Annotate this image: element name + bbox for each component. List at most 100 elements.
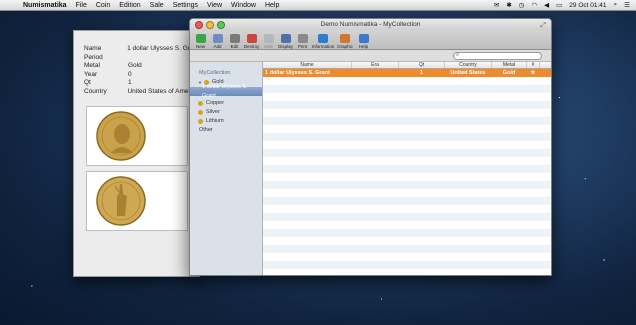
field-value: 1: [128, 79, 132, 87]
zoom-button[interactable]: [217, 21, 225, 29]
coin-obverse-image: [86, 106, 188, 166]
field-metal: Metal Gold: [74, 62, 199, 71]
sidebar-item-lithium[interactable]: Lithium: [190, 117, 262, 126]
search-input[interactable]: ⌕: [453, 52, 542, 60]
sidebar-item-label: Other: [199, 127, 213, 133]
menu-clock[interactable]: 29 Oct 01:41: [569, 2, 606, 9]
search-icon[interactable]: ⌕: [614, 1, 618, 9]
column-header-era[interactable]: Era: [352, 62, 399, 68]
toolbar-label: Print: [297, 44, 308, 49]
menu-app-name[interactable]: Numismatika: [23, 2, 67, 9]
sidebar-item-label: Lithium: [206, 118, 224, 124]
list-icon[interactable]: ☰: [624, 1, 630, 9]
collection-window: Demo Numismatika - MyCollection ⤢ New Ad…: [189, 18, 552, 276]
menu-file[interactable]: File: [76, 2, 87, 9]
toolbar-label: Add: [213, 44, 222, 49]
table-row[interactable]: 1 dollar Ulysses S. Grant 1 United State…: [263, 69, 551, 77]
sidebar-header[interactable]: MyCollection: [190, 68, 262, 78]
cell-era: [352, 69, 399, 77]
field-qt: Qt 1: [74, 79, 199, 88]
menu-sale[interactable]: Sale: [150, 2, 164, 9]
field-name: Name 1 dollar Ulysses S. Grant: [74, 45, 199, 54]
cell-name: 1 dollar Ulysses S. Grant: [265, 70, 330, 76]
sidebar-item-label: Silver: [206, 109, 220, 115]
menu-settings[interactable]: Settings: [173, 2, 198, 9]
sidebar-item-other[interactable]: Other: [190, 126, 262, 135]
coin-icon: [198, 101, 203, 106]
cell-qt: 1: [419, 70, 424, 76]
coin-reverse-image: [86, 171, 188, 231]
fullscreen-icon[interactable]: ⤢: [540, 20, 546, 31]
sidebar-item-label: 1 dollar Ulysses S. Grant: [202, 83, 248, 99]
coin-icon: [198, 119, 203, 124]
field-label: Name: [84, 45, 102, 52]
sidebar-item-selected-coin[interactable]: 1 dollar Ulysses S. Grant: [190, 84, 262, 99]
help-icon: [358, 34, 369, 43]
display-button[interactable]: Display: [278, 34, 293, 49]
time-machine-icon[interactable]: ◷: [519, 1, 525, 9]
sale-icon: [263, 34, 274, 43]
notification-icon[interactable]: ✉: [494, 1, 499, 9]
destroy-icon: [246, 34, 257, 43]
toolbar: New Add Edit Destroy Sale Display Print: [190, 30, 551, 50]
new-icon: [195, 34, 206, 43]
sidebar-item-silver[interactable]: Silver: [190, 108, 262, 117]
destroy-button[interactable]: Destroy: [244, 34, 259, 49]
bluetooth-icon[interactable]: ✱: [506, 1, 511, 9]
magnifier-icon: ⌕: [456, 52, 460, 58]
sidebar: MyCollection ▼ Gold 1 dollar Ulysses S. …: [190, 62, 263, 275]
information-button[interactable]: Information: [312, 34, 334, 49]
menu-coin[interactable]: Coin: [96, 2, 110, 9]
print-icon: [297, 34, 308, 43]
field-label: Metal: [84, 62, 100, 70]
field-label: Year: [84, 70, 98, 78]
menu-view[interactable]: View: [207, 2, 222, 9]
toolbar-label: Sale: [263, 44, 273, 49]
toolbar-label: Information: [311, 44, 335, 49]
coin-detail-window: Name 1 dollar Ulysses S. Grant Period Me…: [73, 30, 200, 277]
toolbar-label: Help: [358, 44, 369, 49]
search-bar-row: ⌕: [190, 50, 551, 62]
table-header: Name Era Qt Country Metal #: [263, 62, 551, 69]
menu-edition[interactable]: Edition: [119, 2, 140, 9]
window-title: Demo Numismatika - MyCollection: [320, 21, 421, 28]
menu-bar: Numismatika File Coin Edition Sale Setti…: [0, 0, 636, 11]
column-header-hash[interactable]: #: [527, 62, 540, 68]
help-button[interactable]: Help: [356, 34, 371, 49]
menu-help[interactable]: Help: [265, 2, 279, 9]
add-icon: [212, 34, 223, 43]
field-label: Country: [84, 87, 107, 95]
title-bar[interactable]: Demo Numismatika - MyCollection ⤢: [190, 19, 551, 30]
field-label: Period: [84, 53, 103, 61]
field-year: Year 0: [74, 71, 199, 80]
close-button[interactable]: [195, 21, 203, 29]
column-header-name[interactable]: Name: [263, 62, 352, 68]
wifi-icon[interactable]: ◠: [531, 1, 537, 9]
column-header-country[interactable]: Country: [445, 62, 492, 68]
toolbar-label: Display: [278, 44, 293, 49]
minimize-button[interactable]: [206, 21, 214, 29]
information-icon: [318, 34, 328, 43]
volume-icon[interactable]: ◀: [544, 1, 549, 9]
battery-icon[interactable]: ▭: [556, 1, 562, 9]
add-button[interactable]: Add: [210, 34, 225, 49]
table-background: [263, 77, 551, 275]
field-period: Period: [74, 54, 199, 63]
edit-button[interactable]: Edit: [227, 34, 242, 49]
cell-metal: Gold: [502, 70, 516, 76]
edit-icon: [229, 34, 240, 43]
column-header-metal[interactable]: Metal: [492, 62, 527, 68]
field-value: 0: [128, 70, 132, 78]
menu-window[interactable]: Window: [231, 2, 256, 9]
toolbar-label: New: [195, 44, 205, 49]
field-label: Qt: [84, 79, 91, 87]
cell-country: United States: [450, 70, 486, 76]
new-button[interactable]: New: [193, 34, 208, 49]
column-header-qt[interactable]: Qt: [399, 62, 445, 68]
graphic-icon: [340, 34, 350, 43]
star-icon[interactable]: ★: [527, 69, 540, 77]
field-value: Gold: [128, 62, 142, 70]
print-button[interactable]: Print: [295, 34, 310, 49]
graphic-button[interactable]: Graphic: [336, 34, 354, 49]
sale-button[interactable]: Sale: [261, 34, 276, 49]
